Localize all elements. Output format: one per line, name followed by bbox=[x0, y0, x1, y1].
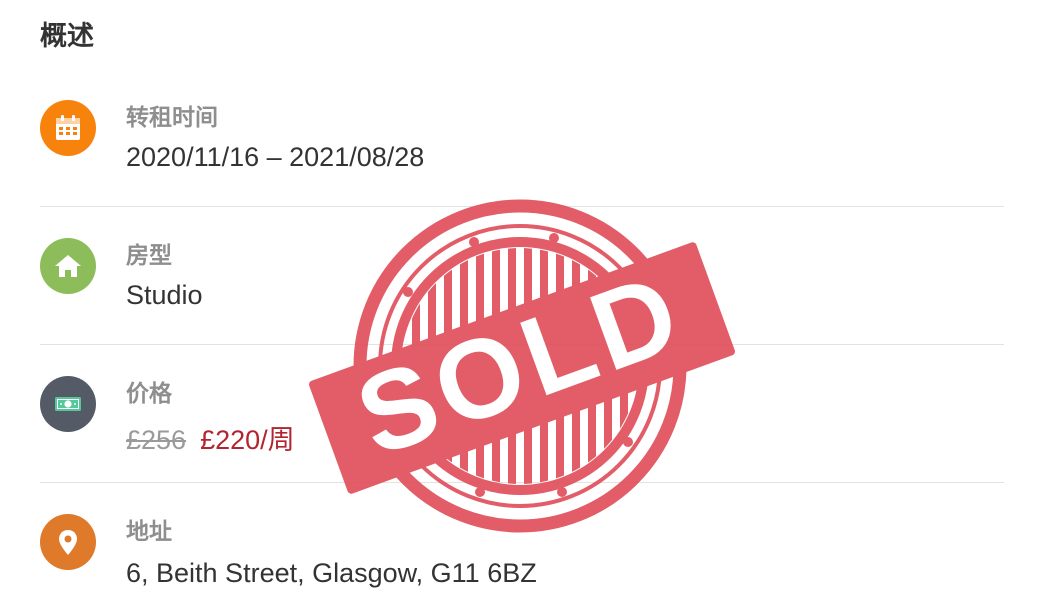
room-type-row: 房型 Studio bbox=[40, 234, 1004, 334]
overview-title: 概述 bbox=[40, 21, 94, 51]
house-icon bbox=[40, 238, 96, 294]
divider bbox=[40, 482, 1004, 483]
money-icon bbox=[40, 376, 96, 432]
price-value: £256 £220/周 bbox=[126, 418, 295, 457]
sublet-period-label: 转租时间 bbox=[126, 104, 218, 130]
location-pin-icon bbox=[40, 514, 96, 570]
calendar-icon bbox=[40, 100, 96, 156]
room-type-value: Studio bbox=[126, 280, 203, 310]
original-price: £256 bbox=[126, 425, 187, 455]
sublet-period-value: 2020/11/16 – 2021/08/28 bbox=[126, 142, 425, 172]
address-value: 6, Beith Street, Glasgow, G11 6BZ bbox=[126, 558, 537, 588]
address-row: 地址 6, Beith Street, Glasgow, G11 6BZ bbox=[40, 510, 1004, 610]
discounted-price: £220/周 bbox=[200, 425, 295, 455]
sublet-period-row: 转租时间 2020/11/16 – 2021/08/28 bbox=[40, 96, 1004, 196]
room-type-label: 房型 bbox=[126, 242, 172, 268]
address-label: 地址 bbox=[126, 518, 172, 544]
price-label: 价格 bbox=[126, 380, 172, 406]
divider bbox=[40, 344, 1004, 345]
divider bbox=[40, 206, 1004, 207]
price-row: 价格 £256 £220/周 bbox=[40, 372, 1004, 472]
